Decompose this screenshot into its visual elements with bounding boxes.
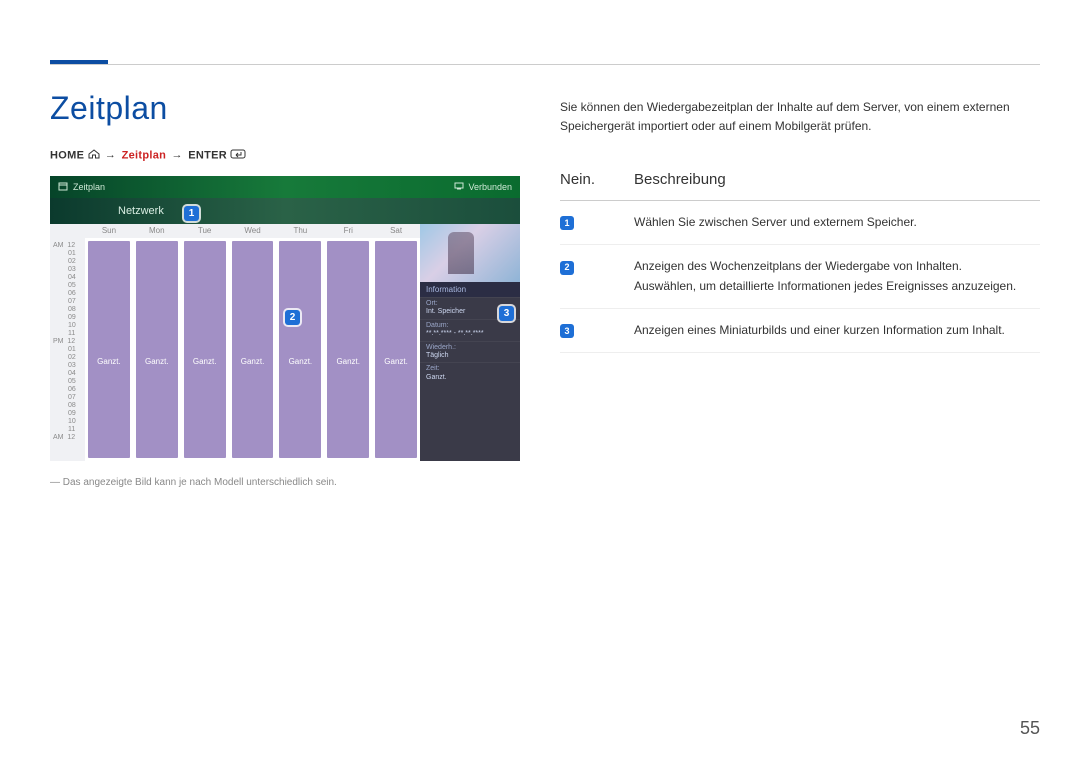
info-row-time: Zeit: Ganzt. (420, 362, 520, 384)
schedule-block: Ganzt. (232, 241, 274, 458)
page-title: Zeitplan (50, 90, 520, 127)
day-label: Sun (85, 224, 133, 238)
connected-label: Verbunden (468, 182, 512, 192)
day-label: Tue (181, 224, 229, 238)
info-row-date: Datum: **.**.**** - **.**.**** (420, 319, 520, 341)
intro-text: Sie können den Wiedergabezeitplan der In… (560, 98, 1040, 135)
row-number-badge: 2 (560, 261, 574, 275)
breadcrumb: HOME → Zeitplan → ENTER (50, 149, 520, 162)
th-no: Nein. (560, 163, 634, 201)
footnote: ― Das angezeigte Bild kann je nach Model… (50, 477, 520, 488)
schedule-blocks: Ganzt. Ganzt. Ganzt. Ganzt. Ganzt. Ganzt… (85, 238, 420, 461)
calendar-icon (58, 181, 68, 193)
callout-badge-1: 1 (184, 206, 199, 221)
content-columns: Zeitplan HOME → Zeitplan → ENTER (50, 90, 1040, 488)
header-rule (50, 64, 1040, 65)
table-row: 3 Anzeigen eines Miniaturbilds und einer… (560, 308, 1040, 352)
content-thumbnail (420, 224, 520, 282)
screenshot-header: Zeitplan Verbunden (50, 176, 520, 198)
schedule-block: Ganzt. (88, 241, 130, 458)
arrow-icon: → (172, 149, 183, 161)
callout-badge-2: 2 (285, 310, 300, 325)
day-label: Wed (229, 224, 277, 238)
screenshot-title: Zeitplan (73, 182, 105, 192)
row-number-badge: 1 (560, 216, 574, 230)
week-calendar: Sun Mon Tue Wed Thu Fri Sat Ganzt. Ganzt… (85, 224, 420, 461)
manual-page: Zeitplan HOME → Zeitplan → ENTER (0, 0, 1080, 763)
connected-icon (454, 182, 464, 192)
description-table: Nein. Beschreibung 1 Wählen Sie zwischen… (560, 163, 1040, 353)
page-number: 55 (1020, 718, 1040, 739)
callout-badge-3: 3 (499, 306, 514, 321)
info-title: Information (420, 282, 520, 297)
network-label: Netzwerk (118, 205, 164, 217)
row-desc: Anzeigen eines Miniaturbilds und einer k… (634, 308, 1040, 352)
screenshot-body: AM 12 01 02 03 04 05 06 07 08 09 10 11 P… (50, 224, 520, 461)
th-desc: Beschreibung (634, 163, 1040, 201)
device-screenshot: Zeitplan Verbunden Netzwerk AM 1 2 (50, 176, 520, 461)
left-column: Zeitplan HOME → Zeitplan → ENTER (50, 90, 520, 488)
right-column: Sie können den Wiedergabezeitplan der In… (560, 90, 1040, 488)
table-row: 1 Wählen Sie zwischen Server und externe… (560, 201, 1040, 245)
schedule-block: Ganzt. (327, 241, 369, 458)
arrow-icon: → (105, 149, 116, 161)
time-pm: PM (53, 338, 64, 345)
screenshot-subheader: Netzwerk (50, 198, 520, 224)
info-panel: Information Ort: Int. Speicher Datum: **… (420, 224, 520, 461)
breadcrumb-home: HOME (50, 149, 84, 161)
row-desc: Anzeigen des Wochenzeitplans der Wiederg… (634, 245, 1040, 308)
day-label: Fri (324, 224, 372, 238)
schedule-block: Ganzt. (184, 241, 226, 458)
row-desc: Wählen Sie zwischen Server und externem … (634, 201, 1040, 245)
time-am: AM (53, 242, 64, 249)
day-label: Sat (372, 224, 420, 238)
breadcrumb-enter: ENTER (188, 149, 227, 161)
table-row: 2 Anzeigen des Wochenzeitplans der Wiede… (560, 245, 1040, 308)
day-label: Mon (133, 224, 181, 238)
breadcrumb-step: Zeitplan (122, 149, 167, 161)
time-axis: AM 12 01 02 03 04 05 06 07 08 09 10 11 P… (50, 224, 85, 461)
day-label: Thu (276, 224, 324, 238)
home-icon (88, 149, 100, 162)
time-am2: AM (53, 434, 64, 441)
row-number-badge: 3 (560, 324, 574, 338)
schedule-block: Ganzt. (279, 241, 321, 458)
day-row: Sun Mon Tue Wed Thu Fri Sat (85, 224, 420, 238)
schedule-block: Ganzt. (136, 241, 178, 458)
schedule-block: Ganzt. (375, 241, 417, 458)
info-row-repeat: Wiederh.: Täglich (420, 341, 520, 363)
enter-icon (230, 149, 246, 162)
